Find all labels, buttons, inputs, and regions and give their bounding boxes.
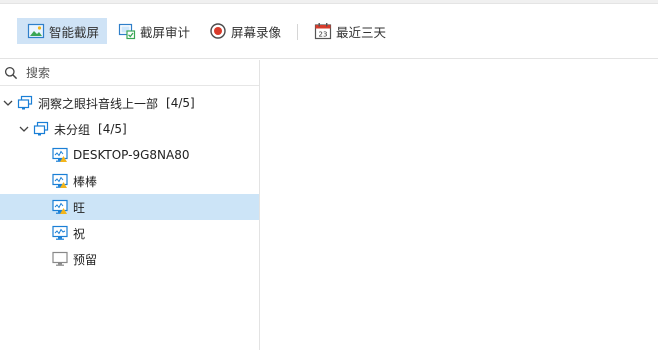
monitor-warning-icon <box>52 173 68 189</box>
tree-group-node[interactable]: 未分组 [4/5] <box>0 116 259 142</box>
screenshot-audit-button[interactable]: 截屏审计 <box>108 18 198 44</box>
device-sidebar: 洞察之眼抖音线上一部 [4/5] 未分组 [4/5] <box>0 60 260 350</box>
tree-root-node[interactable]: 洞察之眼抖音线上一部 [4/5] <box>0 90 259 116</box>
device-label: 棒棒 <box>73 174 98 189</box>
screenshot-audit-icon <box>118 22 136 40</box>
tree-root-label: 洞察之眼抖音线上一部 <box>38 96 159 111</box>
chevron-down-icon[interactable] <box>2 97 14 109</box>
monitor-warning-icon <box>52 147 68 163</box>
monitor-offline-icon <box>52 251 68 267</box>
calendar-icon: 23 <box>314 22 332 40</box>
svg-text:23: 23 <box>319 31 328 39</box>
toolbar-divider <box>297 24 298 40</box>
device-item[interactable]: 祝 <box>0 220 259 246</box>
monitor-warning-icon <box>52 199 68 215</box>
device-label: DESKTOP-9G8NA80 <box>73 148 190 162</box>
search-input[interactable] <box>26 65 246 80</box>
toolbar: 智能截屏 截屏审计 屏幕录像 23 最近三天 <box>0 4 658 59</box>
tree-group-label: 未分组 <box>54 122 91 137</box>
smart-screenshot-label: 智能截屏 <box>49 24 100 40</box>
search-bar <box>0 60 259 86</box>
main-content-pane <box>261 60 658 350</box>
device-item[interactable]: 预留 <box>0 246 259 272</box>
device-label: 预留 <box>73 252 98 267</box>
tree-group-count: [4/5] <box>98 122 127 136</box>
recent-three-days-button[interactable]: 23 最近三天 <box>304 18 394 44</box>
screen-record-button[interactable]: 屏幕录像 <box>199 18 289 44</box>
device-item-selected[interactable]: 旺 <box>0 194 259 220</box>
computer-group-icon <box>33 121 49 137</box>
smart-screenshot-button[interactable]: 智能截屏 <box>17 18 108 44</box>
search-icon[interactable] <box>4 66 18 80</box>
tree-root-count: [4/5] <box>166 96 195 110</box>
screen-record-label: 屏幕录像 <box>231 24 282 40</box>
device-item[interactable]: DESKTOP-9G8NA80 <box>0 142 259 168</box>
chevron-down-icon[interactable] <box>18 123 30 135</box>
computer-group-icon <box>17 95 33 111</box>
recent-three-days-label: 最近三天 <box>336 24 387 40</box>
monitor-online-icon <box>52 225 68 241</box>
record-icon <box>209 22 227 40</box>
device-label: 祝 <box>73 226 86 241</box>
smart-screenshot-icon <box>27 22 45 40</box>
screenshot-audit-label: 截屏审计 <box>140 24 191 40</box>
device-label: 旺 <box>73 200 86 215</box>
device-item[interactable]: 棒棒 <box>0 168 259 194</box>
